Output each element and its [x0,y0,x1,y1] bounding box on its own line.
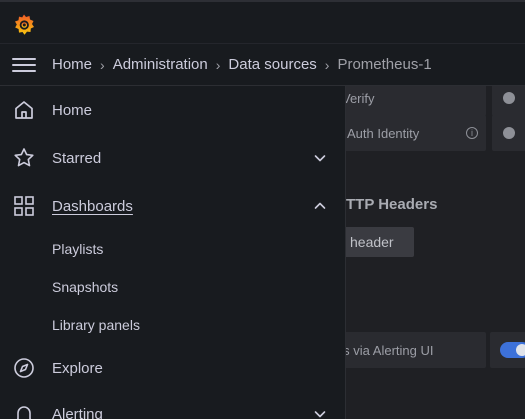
bell-icon [16,406,32,419]
verify-label: Verify [342,90,375,106]
chevron-up-icon[interactable] [312,198,328,214]
verify-switch[interactable] [492,86,525,116]
breadcrumb-data-sources[interactable]: Data sources [228,56,316,73]
http-headers-heading: TTP Headers [346,196,438,213]
breadcrumb-separator: › [324,56,330,73]
nav-label-alerting: Alerting [52,405,103,419]
alerting-toggle[interactable] [500,342,525,358]
nav-item-starred[interactable]: Starred [0,138,346,178]
breadcrumb-separator: › [100,56,105,73]
auth-identity-switch[interactable] [492,115,525,151]
breadcrumb-current: Prometheus-1 [337,56,432,73]
info-icon[interactable]: i [466,127,478,139]
nav-label-starred: Starred [52,149,102,167]
breadcrumb-separator: › [215,56,221,73]
top-bar [0,0,525,44]
nav-item-explore[interactable]: Explore [0,348,346,388]
grafana-logo-icon[interactable] [12,13,36,37]
compass-icon [14,358,34,378]
nav-label-home: Home [52,101,93,119]
nav-item-dashboards[interactable]: Dashboards [0,186,346,226]
alerting-switch-box [490,332,525,368]
home-icon [15,101,33,119]
chevron-down-icon[interactable] [312,150,328,166]
breadcrumb-home[interactable]: Home [52,56,92,73]
nav-subitem-snapshots[interactable]: Snapshots [52,279,118,295]
auth-identity-label: Auth Identity [347,125,420,141]
chevron-down-icon[interactable] [312,406,328,419]
nav-label-explore: Explore [52,359,103,377]
nav-subitem-playlists[interactable]: Playlists [52,241,103,257]
add-header-button[interactable]: header [336,227,414,257]
star-icon [14,148,34,167]
nav-item-home[interactable]: Home [0,90,346,130]
menu-toggle-icon[interactable] [12,56,36,74]
breadcrumb-administration[interactable]: Administration [113,56,208,73]
nav-item-alerting[interactable]: Alerting [0,394,346,419]
breadcrumb-bar: Home › Administration › Data sources › P… [0,44,525,86]
dashboards-grid-icon [14,196,34,216]
nav-subitem-library-panels[interactable]: Library panels [52,317,140,333]
nav-menu-drawer: Home Starred Dashboards Playlists Snapsh… [0,86,346,419]
nav-label-dashboards: Dashboards [52,197,133,215]
